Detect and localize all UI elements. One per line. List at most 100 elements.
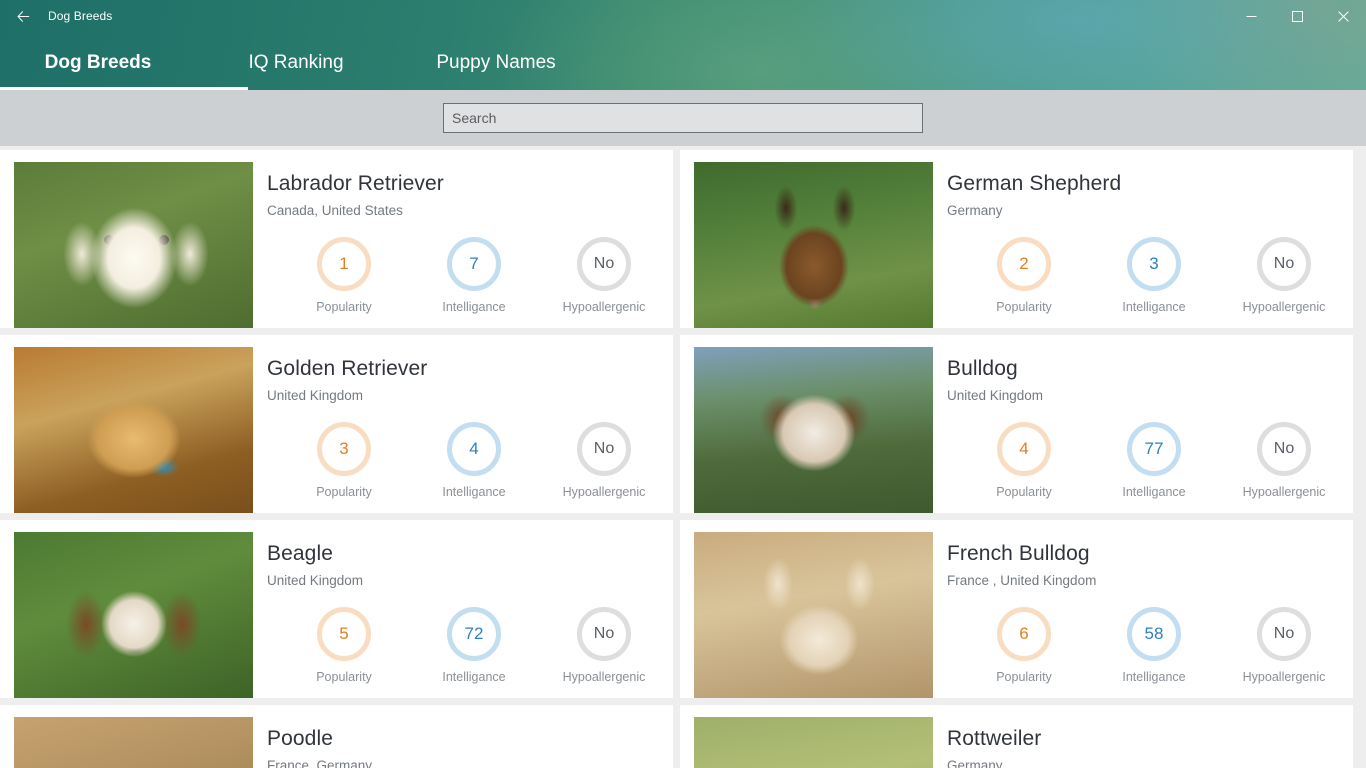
breed-image bbox=[14, 347, 253, 513]
stat-intelligence: 58 Intelligance bbox=[1089, 607, 1219, 684]
breed-name: Poodle bbox=[267, 727, 333, 750]
app-window: Dog Breeds Dog Breeds IQ Ranking Puppy N… bbox=[0, 0, 1366, 768]
stat-popularity: 2 Popularity bbox=[959, 237, 1089, 314]
breed-card[interactable]: Bulldog United Kingdom 4 Popularity 77 I… bbox=[680, 335, 1353, 513]
hypoallergenic-value: No bbox=[1257, 607, 1311, 661]
popularity-value: 5 bbox=[317, 607, 371, 661]
stat-hypoallergenic: No Hypoallergenic bbox=[1219, 422, 1349, 499]
search-input[interactable] bbox=[443, 103, 923, 133]
back-arrow-icon[interactable] bbox=[0, 0, 46, 32]
breed-info: German Shepherd Germany 2 Popularity 3 I… bbox=[933, 150, 1353, 314]
breed-info: Golden Retriever United Kingdom 3 Popula… bbox=[253, 335, 673, 499]
intelligence-value: 4 bbox=[447, 422, 501, 476]
hypoallergenic-value: No bbox=[577, 237, 631, 291]
tab-label: Puppy Names bbox=[436, 52, 556, 73]
popularity-label: Popularity bbox=[316, 300, 372, 314]
window-title: Dog Breeds bbox=[48, 9, 113, 23]
stat-popularity: 1 Popularity bbox=[279, 237, 409, 314]
tab-dog-breeds[interactable]: Dog Breeds bbox=[0, 36, 248, 90]
stat-hypoallergenic: No Hypoallergenic bbox=[539, 607, 669, 684]
breed-origin: Germany bbox=[947, 203, 1003, 218]
breed-card[interactable]: German Shepherd Germany 2 Popularity 3 I… bbox=[680, 150, 1353, 328]
breed-card[interactable]: Golden Retriever United Kingdom 3 Popula… bbox=[0, 335, 673, 513]
popularity-value: 3 bbox=[317, 422, 371, 476]
breed-stats: 6 Popularity 58 Intelligance No Hypoalle… bbox=[947, 607, 1353, 684]
breed-origin: United Kingdom bbox=[267, 573, 364, 588]
breed-name: Bulldog bbox=[947, 357, 1018, 380]
popularity-label: Popularity bbox=[996, 300, 1052, 314]
tab-puppy-names[interactable]: Puppy Names bbox=[396, 36, 596, 90]
breed-card[interactable]: French Bulldog France , United Kingdom 6… bbox=[680, 520, 1353, 698]
hypoallergenic-label: Hypoallergenic bbox=[562, 670, 646, 684]
popularity-label: Popularity bbox=[996, 485, 1052, 499]
popularity-label: Popularity bbox=[316, 670, 372, 684]
popularity-label: Popularity bbox=[996, 670, 1052, 684]
breed-card[interactable]: Labrador Retriever Canada, United States… bbox=[0, 150, 673, 328]
breed-image bbox=[694, 347, 933, 513]
intelligence-label: Intelligance bbox=[442, 300, 506, 314]
breed-name: Beagle bbox=[267, 542, 333, 565]
hypoallergenic-value: No bbox=[1257, 237, 1311, 291]
popularity-value: 6 bbox=[997, 607, 1051, 661]
stat-hypoallergenic: No Hypoallergenic bbox=[539, 237, 669, 314]
intelligence-label: Intelligance bbox=[442, 485, 506, 499]
app-header: Dog Breeds Dog Breeds IQ Ranking Puppy N… bbox=[0, 0, 1366, 90]
minimize-icon[interactable] bbox=[1228, 0, 1274, 32]
breed-stats: 3 Popularity 4 Intelligance No Hypoaller… bbox=[267, 422, 673, 499]
breed-name: French Bulldog bbox=[947, 542, 1090, 565]
breed-origin: United Kingdom bbox=[947, 388, 1044, 403]
popularity-label: Popularity bbox=[316, 485, 372, 499]
breed-image bbox=[694, 162, 933, 328]
breed-origin: United Kingdom bbox=[267, 388, 364, 403]
intelligence-label: Intelligance bbox=[442, 670, 506, 684]
hypoallergenic-value: No bbox=[1257, 422, 1311, 476]
stat-hypoallergenic: No Hypoallergenic bbox=[539, 422, 669, 499]
stat-popularity: 4 Popularity bbox=[959, 422, 1089, 499]
popularity-value: 2 bbox=[997, 237, 1051, 291]
search-bar-strip bbox=[0, 90, 1366, 146]
breed-list-scroll-area[interactable]: Labrador Retriever Canada, United States… bbox=[0, 146, 1366, 768]
stat-popularity: 5 Popularity bbox=[279, 607, 409, 684]
breed-image bbox=[694, 532, 933, 698]
stat-hypoallergenic: No Hypoallergenic bbox=[1219, 237, 1349, 314]
breed-name: Golden Retriever bbox=[267, 357, 428, 380]
breed-info: Labrador Retriever Canada, United States… bbox=[253, 150, 673, 314]
breed-name: Rottweiler bbox=[947, 727, 1042, 750]
breed-stats: 2 Popularity 3 Intelligance No Hypoaller… bbox=[947, 237, 1353, 314]
tab-iq-ranking[interactable]: IQ Ranking bbox=[196, 36, 396, 90]
stat-popularity: 3 Popularity bbox=[279, 422, 409, 499]
intelligence-value: 3 bbox=[1127, 237, 1181, 291]
breed-origin: Canada, United States bbox=[267, 203, 403, 218]
breed-grid: Labrador Retriever Canada, United States… bbox=[0, 146, 1366, 768]
breed-card[interactable]: Poodle France, Germany bbox=[0, 705, 673, 768]
breed-image bbox=[14, 162, 253, 328]
breed-stats: 5 Popularity 72 Intelligance No Hypoalle… bbox=[267, 607, 673, 684]
breed-origin: Germany bbox=[947, 758, 1003, 768]
breed-stats: 1 Popularity 7 Intelligance No Hypoaller… bbox=[267, 237, 673, 314]
stat-intelligence: 7 Intelligance bbox=[409, 237, 539, 314]
breed-card[interactable]: Beagle United Kingdom 5 Popularity 72 In… bbox=[0, 520, 673, 698]
breed-name: Labrador Retriever bbox=[267, 172, 444, 195]
hypoallergenic-label: Hypoallergenic bbox=[1242, 670, 1326, 684]
hypoallergenic-label: Hypoallergenic bbox=[562, 485, 646, 499]
hypoallergenic-value: No bbox=[577, 422, 631, 476]
window-controls bbox=[1228, 0, 1366, 32]
breed-image bbox=[14, 717, 253, 768]
breed-card[interactable]: Rottweiler Germany bbox=[680, 705, 1353, 768]
title-bar: Dog Breeds bbox=[0, 0, 1366, 32]
stat-intelligence: 4 Intelligance bbox=[409, 422, 539, 499]
popularity-value: 4 bbox=[997, 422, 1051, 476]
intelligence-value: 72 bbox=[447, 607, 501, 661]
hypoallergenic-label: Hypoallergenic bbox=[1242, 485, 1326, 499]
intelligence-value: 7 bbox=[447, 237, 501, 291]
hypoallergenic-label: Hypoallergenic bbox=[1242, 300, 1326, 314]
breed-origin: France , United Kingdom bbox=[947, 573, 1097, 588]
breed-name: German Shepherd bbox=[947, 172, 1122, 195]
tab-label: IQ Ranking bbox=[248, 52, 344, 73]
breed-info: Rottweiler Germany bbox=[933, 705, 1353, 768]
intelligence-value: 77 bbox=[1127, 422, 1181, 476]
maximize-icon[interactable] bbox=[1274, 0, 1320, 32]
stat-intelligence: 77 Intelligance bbox=[1089, 422, 1219, 499]
close-icon[interactable] bbox=[1320, 0, 1366, 32]
breed-info: Poodle France, Germany bbox=[253, 705, 673, 768]
